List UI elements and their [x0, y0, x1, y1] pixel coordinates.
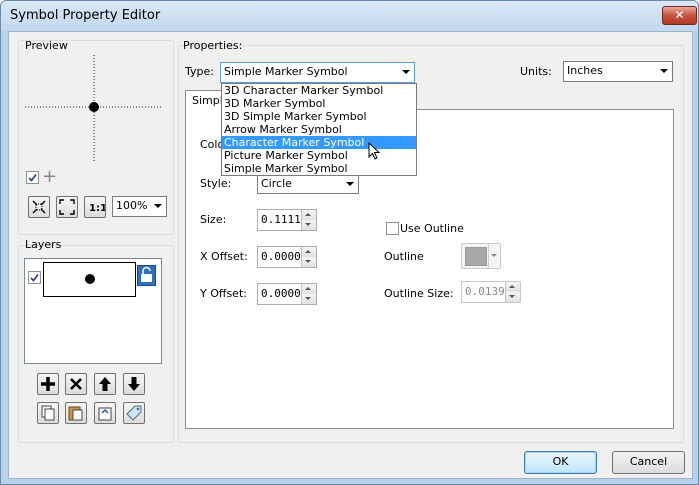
layers-list — [24, 258, 162, 364]
spin-down-icon[interactable] — [301, 220, 316, 230]
preview-checkbox[interactable] — [26, 171, 39, 184]
style-label: Style: — [200, 177, 232, 190]
layer-tag-button[interactable] — [123, 402, 145, 424]
style-select[interactable]: Circle — [257, 174, 359, 194]
chevron-down-icon — [660, 69, 668, 73]
x-offset-spinner[interactable]: 0.0000 — [257, 246, 317, 268]
y-offset-label: Y Offset: — [200, 287, 247, 300]
picker-divider — [488, 244, 489, 268]
move-layer-down-button[interactable] — [123, 373, 145, 395]
type-value: Simple Marker Symbol — [224, 65, 348, 78]
type-option[interactable]: Simple Marker Symbol — [222, 162, 416, 175]
delete-icon — [70, 378, 82, 390]
paste-layer-button[interactable] — [65, 402, 87, 424]
spin-down-icon[interactable] — [301, 294, 316, 304]
undo-icon — [98, 407, 112, 421]
properties-label: Properties: — [183, 39, 243, 52]
plus-icon[interactable]: + — [42, 166, 57, 187]
move-layer-up-button[interactable] — [94, 373, 116, 395]
units-select[interactable]: Inches — [563, 61, 673, 82]
one-to-one-icon: 1:1 — [89, 203, 107, 214]
outline-color-swatch — [465, 247, 487, 266]
actual-size-button[interactable]: 1:1 — [84, 196, 107, 218]
preview-crosshair-graphic — [25, 55, 163, 161]
shrink-arrows-icon — [32, 200, 46, 214]
tag-icon — [126, 405, 142, 421]
ok-button[interactable]: OK — [524, 451, 597, 474]
type-option[interactable]: 3D Marker Symbol — [222, 97, 416, 110]
preview-canvas — [24, 53, 165, 163]
size-spinner[interactable]: 0.1111 — [257, 209, 317, 231]
type-dropdown-list: 3D Character Marker Symbol 3D Marker Symb… — [221, 83, 417, 176]
zoom-in-button[interactable] — [28, 196, 50, 218]
type-option[interactable]: Arrow Marker Symbol — [222, 123, 416, 136]
paste-icon — [68, 406, 83, 421]
layer-thumbnail[interactable] — [43, 262, 136, 297]
symbol-property-editor-window: Symbol Property Editor ✕ Preview + 1:1 1… — [0, 0, 699, 485]
type-option[interactable]: Picture Marker Symbol — [222, 149, 416, 162]
svg-text:1:1: 1:1 — [89, 203, 105, 214]
close-icon: ✕ — [674, 8, 685, 22]
zoom-value: 100% — [116, 199, 148, 212]
x-offset-value: 0.0000 — [261, 250, 301, 263]
chevron-down-icon — [346, 182, 354, 186]
add-icon — [41, 377, 55, 391]
restore-layer-button[interactable] — [94, 402, 116, 424]
type-option[interactable]: Character Marker Symbol — [222, 136, 416, 149]
remove-layer-button[interactable] — [65, 373, 87, 395]
y-offset-spinner[interactable]: 0.0000 — [257, 283, 317, 305]
circle-marker-icon — [85, 274, 95, 284]
copy-layer-button[interactable] — [37, 402, 59, 424]
arrow-up-icon — [99, 377, 111, 391]
copy-icon — [41, 405, 55, 421]
cancel-button[interactable]: Cancel — [612, 451, 685, 474]
outline-size-label: Outline Size: — [384, 287, 454, 300]
dialog-client-area: Preview + 1:1 100% Layers — [8, 31, 693, 479]
close-button[interactable]: ✕ — [662, 6, 697, 25]
size-label: Size: — [200, 213, 227, 226]
outline-label: Outline — [384, 250, 424, 263]
checkmark-icon — [28, 174, 37, 182]
checkmark-icon — [30, 274, 39, 282]
use-outline-label: Use Outline — [400, 222, 464, 235]
mouse-cursor-icon — [368, 142, 381, 160]
lock-icon — [141, 266, 152, 282]
expand-arrows-icon — [59, 199, 75, 215]
window-title: Symbol Property Editor — [10, 8, 161, 23]
zoom-out-button[interactable] — [56, 196, 78, 218]
units-label: Units: — [520, 65, 552, 78]
type-option[interactable]: 3D Character Marker Symbol — [222, 84, 416, 97]
type-label: Type: — [185, 65, 214, 78]
chevron-down-icon — [154, 204, 162, 208]
style-value: Circle — [261, 177, 292, 190]
y-offset-value: 0.0000 — [261, 287, 301, 300]
type-select[interactable]: Simple Marker Symbol — [220, 62, 415, 83]
x-offset-label: X Offset: — [200, 250, 248, 263]
chevron-down-icon — [402, 70, 410, 74]
type-option[interactable]: 3D Simple Marker Symbol — [222, 110, 416, 123]
chevron-down-icon — [491, 254, 497, 257]
size-value: 0.1111 — [261, 213, 301, 226]
layers-label: Layers — [25, 238, 62, 251]
arrow-down-icon — [128, 377, 140, 391]
outline-size-spinner[interactable]: 0.0139 — [461, 281, 521, 303]
outline-size-value: 0.0139 — [465, 285, 505, 298]
layer-lock-button[interactable] — [137, 265, 156, 286]
outline-color-picker[interactable] — [461, 243, 501, 269]
preview-label: Preview — [25, 39, 68, 52]
use-outline-checkbox[interactable] — [386, 222, 399, 235]
zoom-select[interactable]: 100% — [112, 196, 167, 217]
spin-down-icon[interactable] — [505, 292, 520, 302]
units-value: Inches — [567, 64, 603, 77]
spin-down-icon[interactable] — [301, 257, 316, 267]
layer-visible-checkbox[interactable] — [28, 271, 41, 284]
title-bar[interactable]: Symbol Property Editor ✕ — [1, 1, 698, 31]
add-layer-button[interactable] — [37, 373, 59, 395]
